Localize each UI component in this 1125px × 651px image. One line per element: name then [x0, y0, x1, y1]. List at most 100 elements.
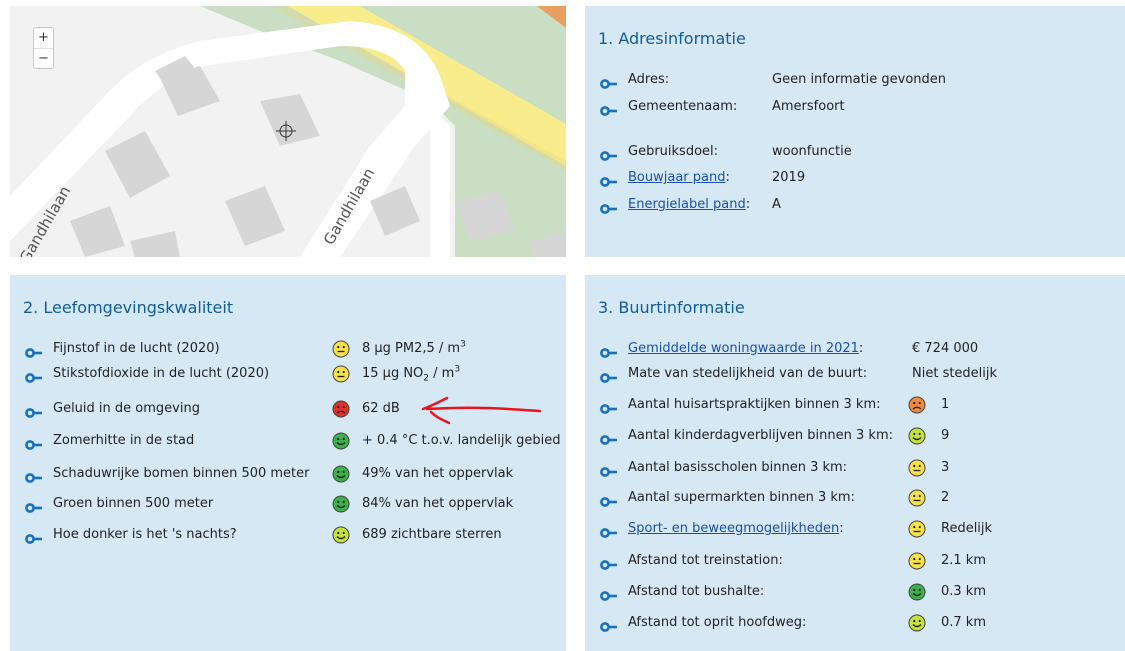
adres-label: Gebruiksdoel:	[628, 142, 718, 162]
buurt-row: Sport- en beweegmogelijkheden: Redelijk	[600, 519, 1120, 539]
lime-happy-smiley-icon	[332, 526, 350, 544]
leef-label: Zomerhitte in de stad	[53, 431, 194, 451]
buurt-label-text: Aantal basisscholen binnen 3 km:	[628, 460, 848, 475]
adres-link[interactable]: Energielabel pand	[628, 197, 746, 212]
buurt-label: Aantal kinderdagverblijven binnen 3 km:	[628, 426, 893, 446]
leef-value: + 0.4 °C t.o.v. landelijk gebied	[362, 431, 561, 451]
value-text-rest: / m	[429, 366, 455, 381]
map[interactable]: Gandhilaan Gandhilaan + −	[10, 6, 566, 257]
buurt-row: Mate van stedelijkheid van de buurt: Niet…	[600, 364, 1120, 384]
arrow-key-icon	[600, 370, 617, 383]
value-text: + 0.4 °C t.o.v. landelijk gebied	[362, 433, 561, 448]
leef-row: Stikstofdioxide in de lucht (2020) 15 µg …	[25, 364, 545, 384]
buurt-label-text: Afstand tot treinstation:	[628, 553, 783, 568]
leef-value: 62 dB	[362, 399, 400, 419]
arrow-key-icon	[600, 525, 617, 538]
leef-value: 689 zichtbare sterren	[362, 525, 502, 545]
yellow-neutral-smiley-icon	[908, 552, 926, 570]
buurt-label-text: Afstand tot bushalte:	[628, 584, 765, 599]
lime-happy-smiley-icon	[908, 427, 926, 445]
adres-row: Gemeentenaam: Amersfoort	[600, 97, 1120, 117]
leef-row: Zomerhitte in de stad + 0.4 °C t.o.v. lan…	[25, 431, 561, 451]
adres-value: Geen informatie gevonden	[772, 70, 946, 90]
value-text: 2	[941, 490, 950, 505]
label-suffix: :	[858, 341, 864, 356]
arrow-key-icon	[600, 148, 617, 161]
value-text: A	[772, 197, 781, 212]
value-text: 9	[941, 428, 950, 443]
panel-title: 3. Buurtinformatie	[598, 298, 745, 317]
red-sad-smiley-icon	[332, 400, 350, 418]
buurt-row: Gemiddelde woningwaarde in 2021: € 724 00…	[600, 339, 1120, 359]
arrow-key-icon	[25, 531, 42, 544]
green-happy-smiley-icon	[332, 495, 350, 513]
label-suffix: :	[839, 521, 844, 536]
arrow-key-icon	[25, 370, 42, 383]
orange-sad-smiley-icon	[908, 396, 926, 414]
buurt-value: 1	[941, 395, 949, 415]
leefomgevingskwaliteit-panel: 2. Leefomgevingskwaliteit Fijnstof in de…	[10, 275, 566, 651]
value-superscript: 3	[454, 364, 461, 375]
buurt-value: Niet stedelijk	[912, 364, 997, 384]
value-text: 84% van het oppervlak	[362, 496, 514, 511]
adres-value: Amersfoort	[772, 97, 845, 117]
adres-row: Bouwjaar pand: 2019	[600, 168, 1120, 188]
leef-value: 8 µg PM2,5 / m3	[362, 339, 466, 359]
value-text: 8 µg PM2,5 / m	[362, 341, 461, 356]
leef-label: Fijnstof in de lucht (2020)	[53, 339, 220, 359]
leef-label-text: Hoe donker is het 's nachts?	[53, 527, 237, 542]
buurt-value: 2	[941, 488, 949, 508]
arrow-key-icon	[600, 76, 617, 89]
buurt-link[interactable]: Gemiddelde woningwaarde in 2021	[628, 341, 859, 356]
buurt-value: € 724 000	[912, 339, 978, 359]
buurt-label: Gemiddelde woningwaarde in 2021:	[628, 339, 863, 359]
label-suffix: :	[745, 197, 751, 212]
adres-value: 2019	[772, 168, 805, 188]
arrow-key-icon	[600, 432, 617, 445]
leef-label: Stikstofdioxide in de lucht (2020)	[53, 364, 269, 384]
value-text: 0.3 km	[941, 584, 986, 599]
buurt-row: Aantal kinderdagverblijven binnen 3 km: 9	[600, 426, 1120, 446]
leef-value: 15 µg NO2 / m3	[362, 364, 460, 384]
zoom-out-button[interactable]: −	[34, 48, 53, 69]
value-text: 62 dB	[362, 401, 400, 416]
buurt-label: Afstand tot oprit hoofdweg:	[628, 613, 806, 633]
leef-row: Fijnstof in de lucht (2020) 8 µg PM2,5 / …	[25, 339, 545, 359]
value-text: Geen informatie gevonden	[772, 72, 947, 87]
value-text: 15 µg NO	[362, 366, 424, 381]
green-happy-smiley-icon	[332, 432, 350, 450]
buurt-label: Mate van stedelijkheid van de buurt:	[628, 364, 867, 384]
leef-value: 84% van het oppervlak	[362, 494, 513, 514]
map-canvas[interactable]: Gandhilaan Gandhilaan	[10, 6, 566, 257]
arrow-key-icon	[600, 557, 617, 570]
buurt-value: Redelijk	[941, 519, 992, 539]
leef-label-text: Zomerhitte in de stad	[53, 433, 195, 448]
arrow-key-icon	[25, 470, 42, 483]
leef-label: Schaduwrijke bomen binnen 500 meter	[53, 464, 310, 484]
value-text: € 724 000	[912, 341, 979, 356]
leef-label-text: Groen binnen 500 meter	[53, 496, 214, 511]
adres-label-text: Gemeentenaam:	[628, 99, 738, 114]
adres-link[interactable]: Bouwjaar pand	[628, 170, 725, 185]
arrow-key-icon	[600, 588, 617, 601]
value-text: Niet stedelijk	[912, 366, 998, 381]
yellow-neutral-smiley-icon	[908, 489, 926, 507]
buurt-value: 2.1 km	[941, 551, 986, 571]
value-text: woonfunctie	[772, 144, 852, 159]
value-text: Redelijk	[941, 521, 993, 536]
adres-row: Gebruiksdoel: woonfunctie	[600, 142, 1120, 162]
buurt-link[interactable]: Sport- en beweegmogelijkheden	[628, 521, 839, 536]
value-text: 2.1 km	[941, 553, 986, 568]
adres-label: Energielabel pand:	[628, 195, 750, 215]
red-arrow-annotation	[421, 396, 542, 425]
buurt-row: Aantal huisartspraktijken binnen 3 km: 1	[600, 395, 1120, 415]
leef-row: Schaduwrijke bomen binnen 500 meter 49% v…	[25, 464, 545, 484]
buurt-label-text: Afstand tot oprit hoofdweg:	[628, 615, 807, 630]
value-text: 3	[941, 460, 950, 475]
panel-title: 1. Adresinformatie	[598, 29, 746, 48]
zoom-in-button[interactable]: +	[34, 28, 53, 48]
buurt-value: 9	[941, 426, 949, 446]
adres-row: Adres: Geen informatie gevonden	[600, 70, 1120, 90]
yellow-neutral-smiley-icon	[908, 520, 926, 538]
buurtinformatie-panel: 3. Buurtinformatie Gemiddelde woningwaar…	[585, 275, 1125, 651]
